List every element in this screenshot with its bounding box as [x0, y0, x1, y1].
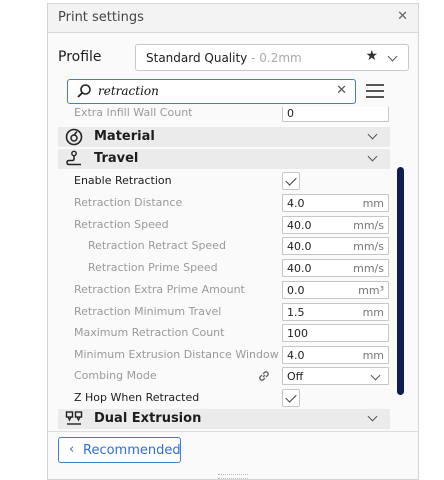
chevron-left-icon: ‹ — [69, 442, 75, 457]
category-dual-extrusion[interactable]: Dual Extrusion — [58, 409, 390, 429]
enable-retraction-checkbox[interactable] — [282, 172, 300, 190]
search-field[interactable]: ✕ — [67, 79, 356, 104]
retraction-extra-prime-amount-field[interactable]: 0.0 mm³ — [282, 281, 389, 299]
setting-row-retraction-retract-speed: Retraction Retract Speed 40.0 mm/s — [58, 235, 390, 257]
maximum-retraction-count-field[interactable]: 100 — [282, 324, 389, 342]
setting-row-retraction-extra-prime-amount: Retraction Extra Prime Amount 0.0 mm³ — [58, 279, 390, 301]
dual-extrusion-icon — [65, 411, 83, 425]
retraction-retract-speed-field[interactable]: 40.0 mm/s — [282, 237, 389, 255]
close-icon[interactable]: ✕ — [397, 9, 408, 24]
profile-dropdown[interactable]: Standard Quality - 0.2mm ★ — [135, 44, 409, 71]
z-hop-checkbox[interactable] — [282, 389, 300, 407]
setting-label: Extra Infill Wall Count — [74, 107, 193, 119]
category-travel[interactable]: Travel — [58, 149, 390, 169]
minimum-extrusion-distance-window-field[interactable]: 4.0 mm — [282, 346, 389, 364]
setting-row-retraction-minimum-travel: Retraction Minimum Travel 1.5 mm — [58, 301, 390, 323]
chevron-down-icon — [367, 129, 378, 140]
setting-row-minimum-extrusion-distance-window: Minimum Extrusion Distance Window 4.0 mm — [58, 344, 390, 366]
search-icon — [77, 84, 91, 98]
category-material[interactable]: Material — [58, 127, 390, 147]
setting-row-z-hop-when-retracted: Z Hop When Retracted — [58, 387, 390, 409]
footer-divider — [48, 431, 418, 432]
settings-menu-icon[interactable] — [366, 83, 384, 99]
panel-header: Print settings ✕ — [48, 4, 418, 33]
setting-row-retraction-prime-speed: Retraction Prime Speed 40.0 mm/s — [58, 257, 390, 279]
profile-name: Standard Quality - 0.2mm — [146, 51, 302, 65]
resize-handle[interactable] — [218, 474, 248, 479]
setting-row-combing-mode: Combing Mode Off — [58, 365, 390, 387]
setting-row-enable-retraction: Enable Retraction — [58, 170, 390, 192]
retraction-prime-speed-field[interactable]: 40.0 mm/s — [282, 259, 389, 277]
setting-row-maximum-retraction-count: Maximum Retraction Count 100 — [58, 322, 390, 344]
travel-icon — [66, 150, 81, 166]
setting-row-extra-infill-wall-count: Extra Infill Wall Count 0 — [58, 107, 390, 124]
settings-scrollbar[interactable] — [397, 167, 404, 395]
profile-label: Profile — [58, 49, 102, 65]
settings-list: Extra Infill Wall Count 0 Material Trave… — [58, 107, 406, 429]
check-icon — [285, 391, 297, 403]
retraction-distance-field[interactable]: 4.0 mm — [282, 194, 389, 212]
chevron-down-icon — [370, 370, 381, 381]
clear-search-icon[interactable]: ✕ — [336, 83, 347, 98]
setting-row-retraction-distance: Retraction Distance 4.0 mm — [58, 192, 390, 214]
search-input[interactable] — [98, 82, 318, 100]
chevron-down-icon — [367, 411, 378, 422]
star-icon[interactable]: ★ — [365, 48, 378, 64]
chevron-down-icon — [367, 151, 378, 162]
check-icon — [285, 174, 297, 186]
recommended-button[interactable]: ‹ Recommended — [58, 437, 181, 463]
chevron-down-icon — [387, 51, 398, 62]
link-icon[interactable] — [257, 369, 271, 383]
setting-value-field[interactable]: 0 — [282, 107, 389, 122]
print-settings-panel: Print settings ✕ Profile Standard Qualit… — [47, 3, 419, 480]
setting-row-retraction-speed: Retraction Speed 40.0 mm/s — [58, 214, 390, 236]
panel-title: Print settings — [58, 10, 144, 25]
material-icon — [65, 128, 83, 146]
retraction-minimum-travel-field[interactable]: 1.5 mm — [282, 303, 389, 321]
combing-mode-dropdown[interactable]: Off — [282, 367, 389, 385]
retraction-speed-field[interactable]: 40.0 mm/s — [282, 216, 389, 234]
